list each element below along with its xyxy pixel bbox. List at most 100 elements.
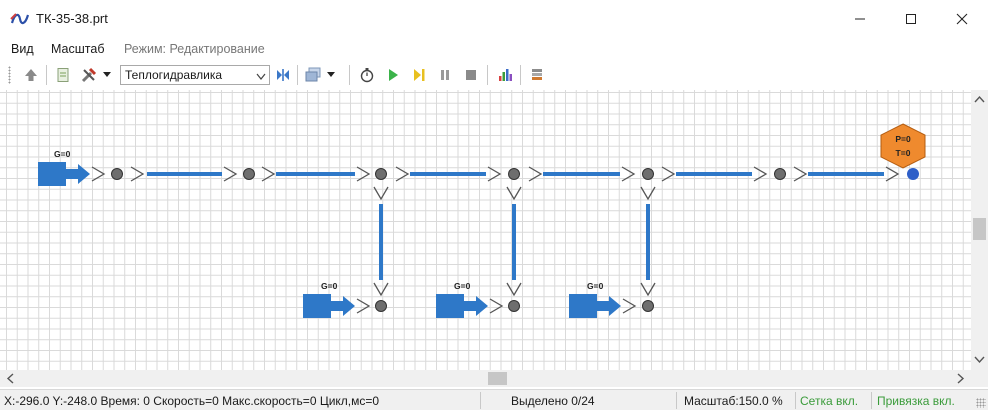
source-block xyxy=(38,162,66,186)
node xyxy=(508,168,520,180)
source-arrow xyxy=(64,164,90,184)
menu-scale[interactable]: Масштаб xyxy=(51,42,104,56)
source-block xyxy=(436,294,464,318)
scroll-left-icon xyxy=(6,373,14,384)
sink-label-p: P=0 xyxy=(895,134,911,144)
layers-dropdown-icon[interactable] xyxy=(324,64,338,86)
node xyxy=(243,168,255,180)
status-snap[interactable]: Привязка вкл. xyxy=(877,394,955,408)
status-separator xyxy=(480,392,481,409)
chevron xyxy=(261,166,276,182)
flow-chevrons xyxy=(91,166,900,314)
node xyxy=(774,168,786,180)
step-icon[interactable] xyxy=(408,64,430,86)
toolbar-separator xyxy=(349,65,350,85)
source-main[interactable]: G=0 xyxy=(38,149,90,186)
horizontal-scrollbar[interactable] xyxy=(0,370,971,387)
play-icon[interactable] xyxy=(382,64,404,86)
toolbar-separator xyxy=(520,65,521,85)
chevron xyxy=(373,282,389,297)
menu-bar: Вид Масштаб Режим: Редактирование xyxy=(0,38,988,60)
scroll-down-icon xyxy=(974,356,985,364)
source-arrow xyxy=(462,296,488,316)
scrollbar-corner xyxy=(971,370,988,387)
scheme-diagram: G=0 G=0 G=0 G=0 P=0 T=0 xyxy=(38,123,926,318)
node xyxy=(642,168,654,180)
sink-label-t: T=0 xyxy=(896,148,911,158)
node xyxy=(642,300,654,312)
chevron xyxy=(661,166,676,182)
toolbar-grip[interactable] xyxy=(8,66,11,84)
menu-view[interactable]: Вид xyxy=(11,42,34,56)
source-label: G=0 xyxy=(454,281,471,291)
source-branch[interactable]: G=0 xyxy=(569,281,621,318)
stop-icon[interactable] xyxy=(460,64,482,86)
source-label: G=0 xyxy=(321,281,338,291)
mode-label: Режим: Редактирование xyxy=(124,42,265,56)
node xyxy=(508,300,520,312)
document-icon[interactable] xyxy=(52,64,74,86)
chevron xyxy=(622,298,637,314)
pause-icon[interactable] xyxy=(434,64,456,86)
tools-dropdown-icon[interactable] xyxy=(100,64,114,86)
app-logo-icon xyxy=(10,11,30,27)
up-arrow-icon[interactable] xyxy=(20,64,42,86)
chevron xyxy=(395,166,410,182)
chevron xyxy=(793,166,808,182)
status-separator xyxy=(676,392,677,409)
diagram-canvas[interactable]: G=0 G=0 G=0 G=0 P=0 T=0 xyxy=(0,90,971,370)
status-scale: Масштаб:150.0 % xyxy=(684,394,783,408)
source-branch[interactable]: G=0 xyxy=(303,281,355,318)
chevron xyxy=(91,166,106,182)
chevron xyxy=(506,282,522,297)
swap-icon[interactable] xyxy=(272,64,294,86)
chevron xyxy=(223,166,238,182)
toolbar: Теплогидравлика xyxy=(0,62,988,89)
status-separator xyxy=(795,392,796,409)
scroll-up-icon xyxy=(974,95,985,103)
status-bar: X:-296.0 Y:-248.0 Время: 0 Скорость=0 Ма… xyxy=(0,389,988,410)
nodes xyxy=(111,168,786,312)
database-icon[interactable] xyxy=(526,64,548,86)
branch-pipes xyxy=(379,204,650,280)
source-branch[interactable]: G=0 xyxy=(436,281,488,318)
source-block xyxy=(303,294,331,318)
close-button[interactable] xyxy=(940,4,984,34)
sink-block[interactable]: P=0 T=0 xyxy=(880,123,926,180)
chevron xyxy=(753,166,768,182)
chevron-down-icon xyxy=(256,70,266,84)
sink-connector xyxy=(907,168,919,180)
stopwatch-icon[interactable] xyxy=(356,64,378,86)
chevron xyxy=(373,186,389,201)
status-selected: Выделено 0/24 xyxy=(511,394,595,408)
chevron xyxy=(640,186,656,201)
vertical-scrollbar[interactable] xyxy=(971,90,988,370)
chart-icon[interactable] xyxy=(494,64,516,86)
minimize-button[interactable] xyxy=(838,4,882,34)
source-arrow xyxy=(329,296,355,316)
tools-icon[interactable] xyxy=(78,64,100,86)
chevron xyxy=(885,166,900,182)
source-label: G=0 xyxy=(587,281,604,291)
chevron xyxy=(489,298,504,314)
status-coords: X:-296.0 Y:-248.0 Время: 0 Скорость=0 Ма… xyxy=(4,394,380,408)
status-grid[interactable]: Сетка вкл. xyxy=(800,394,858,408)
maximize-button[interactable] xyxy=(889,4,933,34)
toolbar-separator xyxy=(487,65,488,85)
vertical-scroll-thumb xyxy=(973,218,986,240)
horizontal-scroll-thumb xyxy=(488,372,507,385)
status-separator xyxy=(871,392,872,409)
domain-select[interactable]: Теплогидравлика xyxy=(120,65,270,85)
resize-grip-icon[interactable] xyxy=(976,398,986,408)
chevron xyxy=(130,166,145,182)
chevron xyxy=(356,166,371,182)
chevron xyxy=(506,186,522,201)
sink-hexagon xyxy=(880,123,926,169)
toolbar-separator xyxy=(297,65,298,85)
layers-icon[interactable] xyxy=(302,64,324,86)
node xyxy=(375,168,387,180)
node xyxy=(111,168,123,180)
chevron xyxy=(640,282,656,297)
chevron xyxy=(356,298,371,314)
source-arrow xyxy=(595,296,621,316)
